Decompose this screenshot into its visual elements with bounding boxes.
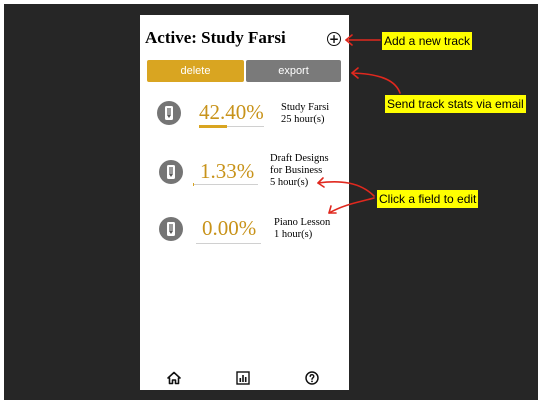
arrow-send-stats: [351, 72, 401, 94]
arrow-edit-hours: [317, 180, 375, 197]
arrow-edit-name: [328, 197, 375, 214]
annotation-arrows: [317, 34, 401, 214]
